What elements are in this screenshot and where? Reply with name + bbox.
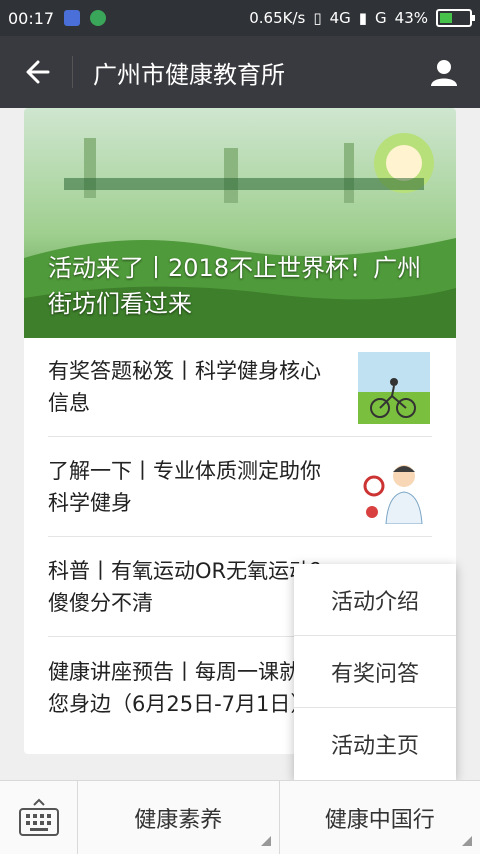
keyboard-icon [18, 798, 59, 836]
battery-icon [436, 9, 475, 27]
profile-button[interactable] [408, 36, 480, 108]
menu-item-activity-intro[interactable]: 活动介绍 [294, 564, 456, 636]
back-arrow-icon [26, 60, 50, 84]
vibrate-icon: ▯ [313, 9, 322, 27]
submenu-indicator-icon [462, 836, 472, 846]
menu-healthy-china[interactable]: 健康中国行 [280, 781, 480, 854]
doctor-thumbnail [358, 452, 430, 524]
article-title: 了解一下丨专业体质测定助你科学健身 [48, 459, 321, 515]
menu-label: 健康素养 [134, 807, 223, 833]
cyclist-thumbnail [358, 352, 430, 424]
status-bar: 00:17 0.65K/s ▯ 4G ▮ G 43% [0, 0, 480, 36]
status-time: 00:17 [8, 8, 55, 28]
menu-item-activity-home[interactable]: 活动主页 [294, 708, 456, 780]
battery-percent: 43% [394, 9, 428, 27]
article-item[interactable]: 了解一下丨专业体质测定助你科学健身 [48, 438, 432, 537]
article-item[interactable]: 有奖答题秘笈丨科学健身核心信息 [48, 338, 432, 437]
signal-icon: ▮ [358, 9, 368, 27]
menu-item-quiz[interactable]: 有奖问答 [294, 636, 456, 708]
battery-fill [440, 13, 453, 23]
keyboard-toggle-button[interactable] [0, 781, 78, 854]
hero-banner[interactable]: 活动来了丨2018不止世界杯！广州街坊们看过来 [24, 108, 456, 338]
title-divider [72, 56, 73, 88]
bottom-menu-bar: 健康素养 健康中国行 [0, 780, 480, 854]
hero-caption: 活动来了丨2018不止世界杯！广州街坊们看过来 [48, 254, 422, 318]
submenu-popup: 活动介绍 有奖问答 活动主页 [294, 564, 456, 780]
title-bar: 广州市健康教育所 [0, 36, 480, 108]
back-button[interactable] [0, 36, 72, 108]
submenu-indicator-icon [260, 836, 271, 846]
menu-health-literacy[interactable]: 健康素养 [78, 781, 280, 854]
network-type-2: G [375, 9, 387, 27]
menu-label: 健康中国行 [324, 807, 435, 833]
network-speed: 0.65K/s [249, 9, 306, 27]
wifi-notification-icon [90, 10, 107, 26]
app-notification-icon [64, 10, 81, 26]
page-title: 广州市健康教育所 [93, 60, 285, 89]
person-icon [431, 60, 457, 86]
network-type-1: 4G [329, 9, 351, 27]
article-title: 有奖答题秘笈丨科学健身核心信息 [48, 359, 321, 415]
